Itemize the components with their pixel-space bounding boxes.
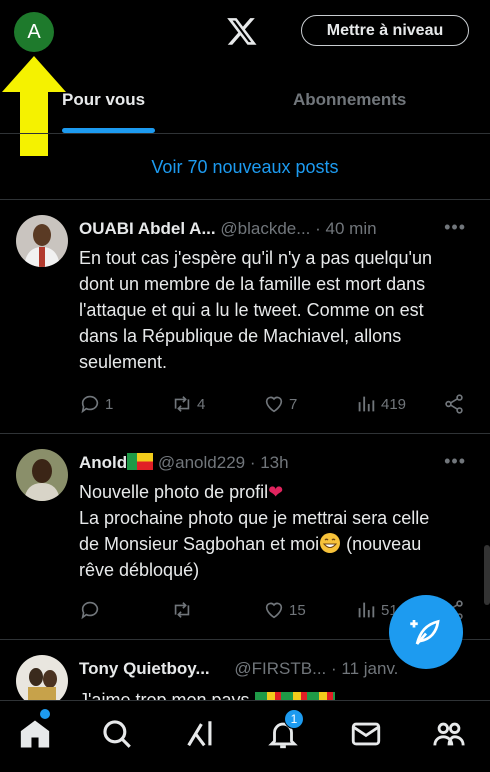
reply-icon xyxy=(81,395,99,414)
author-avatar[interactable] xyxy=(16,449,68,501)
communities-icon[interactable] xyxy=(432,717,466,751)
author-name[interactable]: Tony Quietboy... xyxy=(79,659,210,678)
post-text-line: dont un membre de la famille est mort da… xyxy=(79,274,426,294)
views-icon xyxy=(358,602,375,618)
notifications-badge: 1 xyxy=(284,709,304,729)
post-actions: 1 4 7 419 xyxy=(79,393,479,417)
repost-button[interactable] xyxy=(171,599,197,621)
post-text: J'aime trop mon pays xyxy=(79,687,479,701)
reply-button[interactable]: 1 xyxy=(79,393,113,415)
author-handle[interactable]: @blackde... xyxy=(220,219,310,238)
search-icon[interactable] xyxy=(100,717,134,751)
reply-count: 1 xyxy=(105,395,114,413)
compose-feather-icon xyxy=(410,619,440,645)
post-text-line: seulement. xyxy=(79,352,168,372)
timeline-tabs: Pour vous Abonnements xyxy=(0,78,490,134)
like-button[interactable]: 7 xyxy=(263,393,297,415)
post-text-line: rêve débloqué) xyxy=(79,560,200,580)
like-count: 7 xyxy=(289,395,298,413)
active-tab-indicator xyxy=(62,128,155,133)
grok-icon[interactable] xyxy=(183,717,217,751)
messages-envelope-icon[interactable] xyxy=(349,717,383,751)
author-avatar[interactable] xyxy=(16,655,68,701)
post-text-line: dans la République de Machiavel, allons xyxy=(79,326,402,346)
share-button[interactable] xyxy=(443,393,465,415)
repost-icon xyxy=(174,396,190,412)
tab-for-you[interactable]: Pour vous xyxy=(62,90,145,110)
post-text-line: l'attaque et qui a lu le tweet. Comme on… xyxy=(79,300,424,320)
author-handle[interactable]: @FIRSTB... xyxy=(234,659,326,678)
home-new-indicator xyxy=(40,709,50,719)
post-time: · 13h xyxy=(249,453,289,472)
author-avatar[interactable] xyxy=(16,215,68,267)
reply-icon xyxy=(81,601,99,620)
show-new-posts-link[interactable]: Voir 70 nouveaux posts xyxy=(0,136,490,200)
repost-button[interactable]: 4 xyxy=(171,393,205,415)
reply-button[interactable] xyxy=(79,599,105,621)
post-text-line: de Monsieur Sagbohan et moi (nouveau xyxy=(79,532,422,554)
post[interactable]: OUABI Abdel A... @blackde... · 40 min ••… xyxy=(0,201,490,434)
upgrade-button[interactable]: Mettre à niveau xyxy=(301,15,469,46)
heart-emoji-icon: ❤ xyxy=(268,482,284,502)
heart-icon xyxy=(265,396,283,413)
post-text-line: En tout cas j'espère qu'il n'y a pas que… xyxy=(79,248,432,268)
post-text: Nouvelle photo de profil❤ La prochaine p… xyxy=(79,479,479,583)
views-button[interactable]: 419 xyxy=(355,393,406,415)
bottom-navigation: 1 xyxy=(0,700,490,772)
compose-post-button[interactable] xyxy=(389,595,463,669)
profile-avatar[interactable]: A xyxy=(14,12,54,52)
post-text-line: J'aime trop mon pays xyxy=(79,687,479,701)
repost-icon xyxy=(174,602,190,618)
post-text-line: La prochaine photo que je mettrai sera c… xyxy=(79,508,430,528)
grin-emoji-icon xyxy=(319,532,341,554)
post-meta: OUABI Abdel A... @blackde... · 40 min xyxy=(79,219,479,241)
tab-following[interactable]: Abonnements xyxy=(293,90,406,110)
post-text-line: Nouvelle photo de profil❤ xyxy=(79,482,284,502)
share-icon xyxy=(445,394,463,414)
like-count: 15 xyxy=(289,601,306,619)
top-bar: A Mettre à niveau xyxy=(0,0,490,64)
views-count: 419 xyxy=(381,395,407,413)
x-logo-icon[interactable] xyxy=(226,14,258,48)
heart-icon xyxy=(265,602,283,619)
more-options-icon[interactable]: ••• xyxy=(444,451,466,472)
post-time: · 11 janv. xyxy=(331,659,399,678)
like-button[interactable]: 15 xyxy=(263,599,306,621)
author-handle[interactable]: @anold229 xyxy=(158,453,245,472)
scrollbar[interactable] xyxy=(484,545,490,605)
post-meta: Anold @anold229 · 13h xyxy=(79,453,479,475)
post-time: · 40 min xyxy=(315,219,377,238)
author-name[interactable]: OUABI Abdel A... xyxy=(79,219,216,238)
author-name[interactable]: Anold xyxy=(79,453,127,472)
more-options-icon[interactable]: ••• xyxy=(444,217,466,238)
post-text: En tout cas j'espère qu'il n'y a pas que… xyxy=(79,245,479,375)
home-icon[interactable] xyxy=(18,717,52,751)
benin-flag-icon xyxy=(127,453,154,470)
views-icon xyxy=(358,396,375,412)
repost-count: 4 xyxy=(197,395,206,413)
